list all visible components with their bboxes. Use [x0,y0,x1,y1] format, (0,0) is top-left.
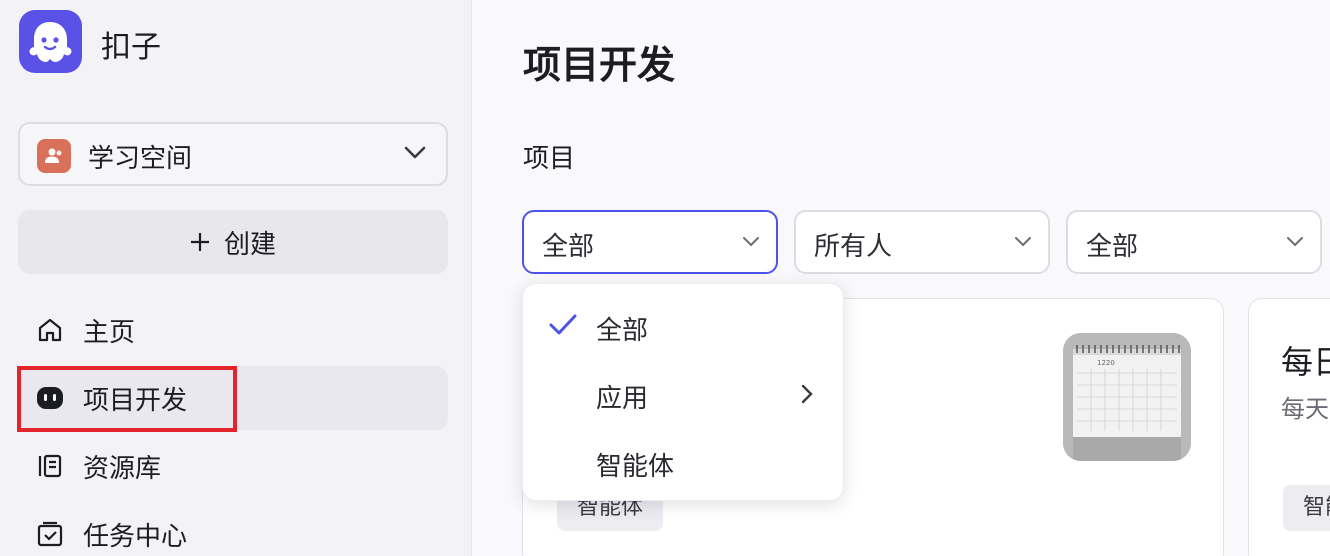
sidebar: 扣子 学习空间 创建 主页 项目开发 资源库 任务中心 [0,0,472,556]
dropdown-item-label: 智能体 [596,452,675,482]
sidebar-item-label: 任务中心 [83,522,188,552]
page-title: 项目开发 [523,43,676,87]
sidebar-item-library[interactable]: 资源库 [18,434,448,498]
type-filter-dropdown: 全部 应用 智能体 [522,283,844,501]
create-button[interactable]: 创建 [18,210,448,274]
calendar-thumbnail: 1220 [1063,333,1191,461]
bot-icon [37,387,63,409]
library-icon [38,454,62,478]
app-logo[interactable] [19,10,82,73]
section-title: 项目 [523,144,576,174]
chevron-down-icon [1015,237,1031,247]
chevron-down-icon [1287,237,1303,247]
status-filter[interactable]: 全部 [1066,210,1322,274]
plus-icon [190,233,209,251]
filter-value: 全部 [542,232,595,262]
space-label: 学习空间 [88,144,193,174]
chevron-right-icon [801,384,813,404]
create-label: 创建 [223,229,276,260]
sidebar-item-project-dev[interactable]: 项目开发 [18,366,448,430]
sidebar-item-label: 主页 [83,318,136,348]
owner-filter[interactable]: 所有人 [794,210,1050,274]
task-icon [37,521,63,547]
dropdown-item-app[interactable]: 应用 [523,360,845,424]
team-icon [37,139,71,173]
filter-value: 所有人 [814,232,893,262]
dropdown-item-all[interactable]: 全部 [523,292,845,356]
chevron-down-icon [404,146,426,159]
sidebar-item-label: 项目开发 [83,386,188,416]
sidebar-item-task-center[interactable]: 任务中心 [18,502,448,556]
home-icon [38,318,62,342]
app-name: 扣子 [101,30,161,65]
check-icon [549,314,577,335]
type-filter[interactable]: 全部 [522,210,778,274]
ghost-logo-icon [29,22,72,62]
dropdown-item-label: 应用 [596,384,649,414]
chevron-down-icon [743,237,759,247]
dropdown-item-label: 全部 [596,316,649,346]
sidebar-item-home[interactable]: 主页 [18,298,448,362]
dropdown-item-agent[interactable]: 智能体 [523,428,845,492]
card-title: 每日 [1281,343,1330,381]
sidebar-item-label: 资源库 [83,454,162,484]
space-selector[interactable]: 学习空间 [18,122,448,186]
svg-text:1220: 1220 [1097,359,1115,367]
card-tag: 智能 [1283,485,1330,531]
filter-value: 全部 [1086,232,1139,262]
card-subtitle: 每天 [1281,395,1329,423]
project-card[interactable]: 每日 每天 智能 [1248,298,1330,556]
